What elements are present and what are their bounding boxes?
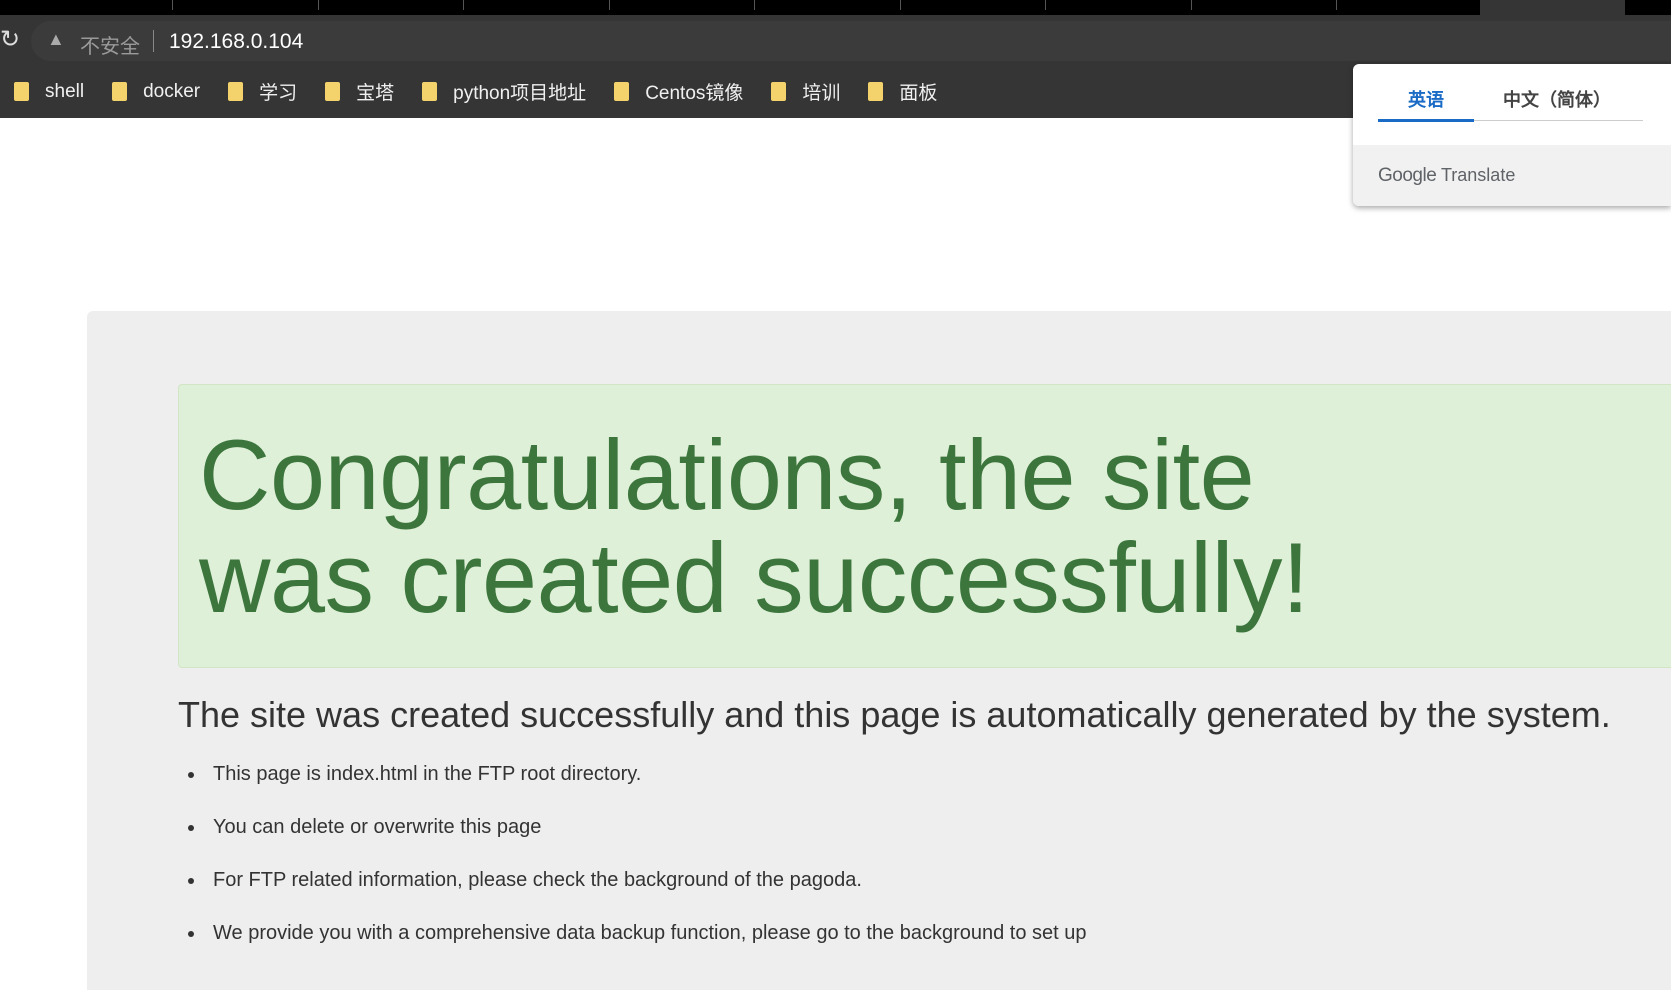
bookmark-shell[interactable]: shell [14,81,84,103]
bookmark-study[interactable]: 学习 [228,78,297,105]
folder-icon [771,82,787,101]
bookmark-python-projects[interactable]: python项目地址 [422,78,586,105]
divider [153,30,154,52]
google-logo-text: Google [1378,165,1437,186]
page-subtitle: The site was created successfully and th… [178,694,1611,735]
active-tab-indicator [1378,119,1474,122]
tab-separator [318,0,319,10]
active-tab[interactable] [1480,0,1625,15]
folder-icon [325,82,341,101]
folder-icon [422,82,438,101]
page-container: Congratulations, the site was created su… [87,311,1671,990]
bookmark-training[interactable]: 培训 [771,78,840,105]
folder-icon [14,82,29,101]
translate-text: Translate [1440,165,1516,185]
translate-popup: 英语 中文（简体） Google Translate [1353,64,1671,206]
bookmark-centos-mirror[interactable]: Centos镜像 [614,78,743,105]
list-item: You can delete or overwrite this page [206,816,1087,869]
list-item: We provide you with a comprehensive data… [206,922,1087,975]
info-list: This page is index.html in the FTP root … [206,763,1087,975]
bookmark-panel[interactable]: 面板 [868,78,937,105]
google-translate-logo: Google Translate [1378,165,1515,187]
bookmark-docker[interactable]: docker [112,81,200,103]
tab-english[interactable]: 英语 [1408,86,1444,112]
address-bar[interactable]: ▲ 不安全 192.168.0.104 [31,21,1671,61]
tab-separator [609,0,610,10]
popup-footer: Google Translate [1353,145,1671,206]
browser-toolbar: ↻ ▲ 不安全 192.168.0.104 [0,15,1671,65]
folder-icon [228,82,244,101]
tab-separator [1191,0,1192,10]
bookmark-label: 面板 [899,83,938,104]
tab-strip [0,0,1671,15]
list-item: For FTP related information, please chec… [206,869,1087,922]
tab-separator [900,0,901,10]
warning-icon[interactable]: ▲ [47,29,65,50]
hero-banner: Congratulations, the site was created su… [178,384,1671,668]
tab-chinese-simplified[interactable]: 中文（简体） [1503,86,1611,112]
list-item: This page is index.html in the FTP root … [206,763,1087,816]
tab-separator [754,0,755,10]
bookmark-label: 宝塔 [356,83,395,104]
tab-separator [1045,0,1046,10]
tab-separator [1336,0,1337,10]
reload-icon[interactable]: ↻ [0,25,20,54]
tab-separator [172,0,173,10]
bookmark-label: shell [45,80,85,102]
bookmark-label: 培训 [802,83,841,104]
folder-icon [614,82,630,101]
folder-icon [112,82,128,101]
bookmark-label: Centos镜像 [645,83,744,104]
url-text[interactable]: 192.168.0.104 [169,30,303,54]
bookmark-label: 学习 [259,83,298,104]
page-heading: Congratulations, the site was created su… [199,419,1309,633]
bookmark-label: docker [143,80,201,102]
bookmark-baota[interactable]: 宝塔 [325,78,394,105]
bookmark-label: python项目地址 [453,83,587,104]
folder-icon [868,82,884,101]
security-label[interactable]: 不安全 [80,30,140,59]
tab-separator [463,0,464,10]
